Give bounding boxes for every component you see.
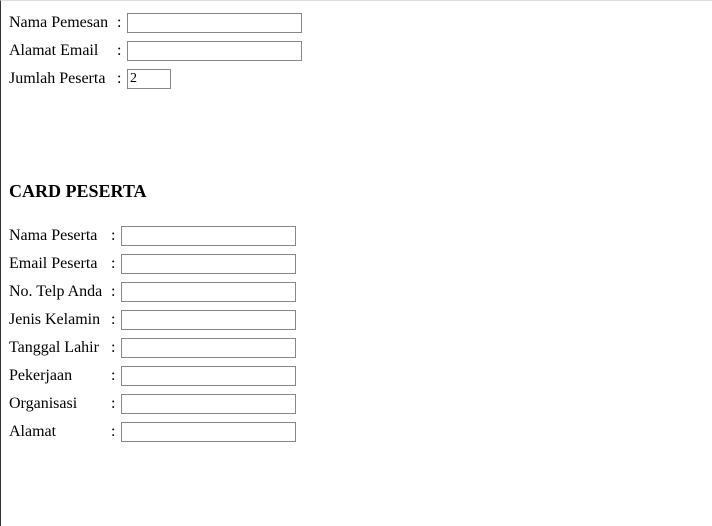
colon: :	[111, 339, 121, 357]
participant-birthdate-label: Tanggal Lahir	[9, 339, 111, 357]
participant-phone-row: No. Telp Anda :	[9, 280, 704, 304]
colon: :	[111, 311, 121, 329]
participant-organization-input[interactable]	[121, 394, 296, 414]
orderer-name-row: Nama Pemesan :	[9, 11, 704, 35]
participant-phone-input[interactable]	[121, 282, 296, 302]
colon: :	[111, 367, 121, 385]
participant-heading: CARD PESERTA	[9, 181, 704, 202]
orderer-count-row: Jumlah Peserta :	[9, 67, 704, 91]
participant-gender-input[interactable]	[121, 310, 296, 330]
participant-address-input[interactable]	[121, 422, 296, 442]
participant-gender-row: Jenis Kelamin :	[9, 308, 704, 332]
participant-name-row: Nama Peserta :	[9, 224, 704, 248]
colon: :	[111, 227, 121, 245]
participant-email-input[interactable]	[121, 254, 296, 274]
participant-occupation-row: Pekerjaan :	[9, 364, 704, 388]
participant-name-label: Nama Peserta	[9, 227, 111, 245]
colon: :	[111, 395, 121, 413]
participant-address-row: Alamat :	[9, 420, 704, 444]
orderer-email-label: Alamat Email	[9, 42, 117, 60]
colon: :	[111, 423, 121, 441]
participant-birthdate-input[interactable]	[121, 338, 296, 358]
participant-name-input[interactable]	[121, 226, 296, 246]
participant-occupation-label: Pekerjaan	[9, 367, 111, 385]
orderer-count-label: Jumlah Peserta	[9, 70, 117, 88]
colon: :	[117, 70, 127, 88]
participant-organization-row: Organisasi :	[9, 392, 704, 416]
participant-gender-label: Jenis Kelamin	[9, 311, 111, 329]
form-container: Nama Pemesan : Alamat Email : Jumlah Pes…	[1, 1, 712, 458]
colon: :	[111, 283, 121, 301]
orderer-email-row: Alamat Email :	[9, 39, 704, 63]
participant-section: Nama Peserta : Email Peserta : No. Telp …	[9, 224, 704, 444]
orderer-section: Nama Pemesan : Alamat Email : Jumlah Pes…	[9, 11, 704, 91]
orderer-name-label: Nama Pemesan	[9, 14, 117, 32]
colon: :	[117, 42, 127, 60]
participant-email-row: Email Peserta :	[9, 252, 704, 276]
orderer-name-input[interactable]	[127, 13, 302, 33]
participant-organization-label: Organisasi	[9, 395, 111, 413]
participant-birthdate-row: Tanggal Lahir :	[9, 336, 704, 360]
participant-occupation-input[interactable]	[121, 366, 296, 386]
colon: :	[111, 255, 121, 273]
colon: :	[117, 14, 127, 32]
participant-email-label: Email Peserta	[9, 255, 111, 273]
orderer-count-input[interactable]	[127, 69, 171, 89]
orderer-email-input[interactable]	[127, 41, 302, 61]
participant-address-label: Alamat	[9, 423, 111, 441]
participant-phone-label: No. Telp Anda	[9, 283, 111, 301]
